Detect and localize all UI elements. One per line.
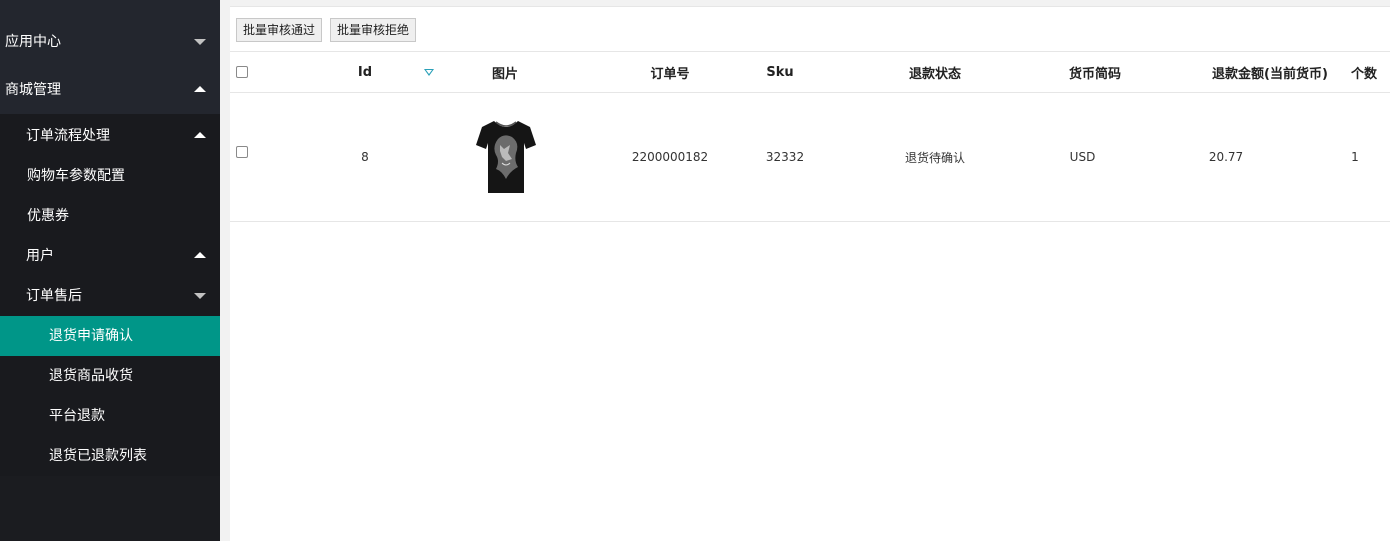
header-quantity: 个数 bbox=[1350, 66, 1377, 82]
sidebar-item-mall-management[interactable]: 商城管理 bbox=[0, 66, 220, 114]
sidebar-item-label: 商城管理 bbox=[5, 82, 61, 98]
sidebar-item-label: 订单流程处理 bbox=[26, 128, 110, 144]
header-checkbox-cell bbox=[230, 52, 254, 92]
header-currency: 货币简码 bbox=[1068, 66, 1121, 82]
chevron-down-icon bbox=[194, 39, 206, 45]
sidebar-item-label: 购物车参数配置 bbox=[27, 168, 125, 184]
main-content: 批量审核通过 批量审核拒绝 Id 图片 订单号 Sku 退款状态 货币简码 退款… bbox=[220, 0, 1390, 541]
sidebar-item-label: 退货已退款列表 bbox=[49, 448, 147, 464]
sidebar-item-label: 用户 bbox=[26, 248, 54, 264]
sidebar-item-label: 平台退款 bbox=[49, 408, 105, 424]
tshirt-image[interactable] bbox=[474, 117, 538, 197]
cell-currency: USD bbox=[1069, 150, 1096, 164]
content-panel: 批量审核通过 批量审核拒绝 Id 图片 订单号 Sku 退款状态 货币简码 退款… bbox=[230, 0, 1390, 541]
sidebar-item-users[interactable]: 用户 bbox=[0, 236, 220, 276]
row-checkbox-cell bbox=[230, 88, 254, 216]
sidebar-item-return-receive[interactable]: 退货商品收货 bbox=[0, 356, 220, 396]
batch-approve-button[interactable]: 批量审核通过 bbox=[236, 18, 323, 42]
header-image: 图片 bbox=[491, 66, 518, 82]
sidebar-item-after-sales[interactable]: 订单售后 bbox=[0, 276, 220, 316]
cell-refund-amount: 20.77 bbox=[1208, 150, 1244, 164]
sidebar-item-label: 退货商品收货 bbox=[49, 368, 133, 384]
sidebar-item-app-center[interactable]: 应用中心 bbox=[0, 18, 220, 66]
chevron-down-icon bbox=[194, 293, 206, 299]
sidebar: 应用中心 商城管理 订单流程处理 购物车参数配置 优惠券 用户 订单售后 退货申… bbox=[0, 0, 220, 541]
header-sku: Sku bbox=[766, 64, 794, 80]
cell-id: 8 bbox=[361, 150, 369, 164]
cell-sku: 32332 bbox=[765, 150, 805, 164]
chevron-up-icon bbox=[194, 252, 206, 258]
sidebar-item-order-flow[interactable]: 订单流程处理 bbox=[0, 116, 220, 156]
sidebar-item-label: 优惠券 bbox=[27, 208, 69, 224]
row-checkbox[interactable] bbox=[236, 146, 248, 158]
sidebar-top-group: 应用中心 商城管理 bbox=[0, 0, 220, 114]
sidebar-item-label: 订单售后 bbox=[26, 288, 82, 304]
cell-image bbox=[473, 93, 539, 221]
header-refund-status: 退款状态 bbox=[908, 66, 961, 82]
sidebar-submenu: 订单流程处理 购物车参数配置 优惠券 用户 订单售后 退货申请确认 退货商品收货… bbox=[0, 114, 220, 476]
sidebar-item-label: 应用中心 bbox=[5, 34, 61, 50]
header-order-no: 订单号 bbox=[650, 66, 690, 82]
header-refund-amount: 退款金额(当前货币) bbox=[1212, 66, 1328, 82]
sort-desc-icon[interactable] bbox=[424, 69, 434, 76]
batch-reject-button[interactable]: 批量审核拒绝 bbox=[330, 18, 417, 42]
table-header: Id 图片 订单号 Sku 退款状态 货币简码 退款金额(当前货币) 个数 bbox=[230, 52, 1390, 93]
sidebar-item-return-confirm[interactable]: 退货申请确认 bbox=[0, 316, 220, 356]
sidebar-item-platform-refund[interactable]: 平台退款 bbox=[0, 396, 220, 436]
toolbar: 批量审核通过 批量审核拒绝 bbox=[230, 6, 1390, 52]
sidebar-item-cart-config[interactable]: 购物车参数配置 bbox=[0, 156, 220, 196]
sidebar-item-label: 退货申请确认 bbox=[49, 328, 133, 344]
header-id[interactable]: Id bbox=[340, 52, 390, 92]
sidebar-item-refunded-list[interactable]: 退货已退款列表 bbox=[0, 436, 220, 476]
cell-quantity: 1 bbox=[1351, 150, 1359, 164]
cell-order-no: 2200000182 bbox=[631, 150, 709, 164]
chevron-up-icon bbox=[194, 132, 206, 138]
cell-refund-status: 退货待确认 bbox=[904, 150, 965, 165]
table-row[interactable]: 8 2200000182 32332 退货待确认 USD 20.77 1 bbox=[230, 93, 1390, 222]
chevron-up-icon bbox=[194, 86, 206, 92]
sidebar-item-coupons[interactable]: 优惠券 bbox=[0, 196, 220, 236]
select-all-checkbox[interactable] bbox=[236, 66, 248, 78]
